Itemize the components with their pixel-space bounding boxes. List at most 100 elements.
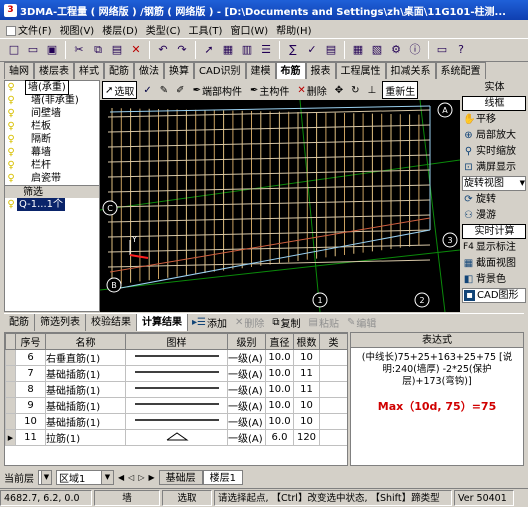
component-item[interactable]: ♀ 栏板 [5, 120, 99, 133]
solid-button[interactable]: 实体 [462, 80, 526, 95]
copy-button[interactable]: ⧉ 复制 [268, 315, 304, 330]
result-tab[interactable]: 计算结果 [137, 314, 188, 331]
delete-button[interactable]: ✕ 删除 [295, 81, 328, 99]
main-component-button[interactable]: ✒ 主构件 [248, 81, 291, 99]
column-header[interactable]: 级别 [227, 333, 266, 350]
local-zoom-button[interactable]: ⊕ 局部放大 [462, 128, 526, 143]
component-item[interactable]: ♀ 间壁墙 [5, 107, 99, 120]
table-row[interactable]: 9 基础插筋(1) 一级(A) 10.0 10 [5, 397, 347, 414]
new-file-icon[interactable]: □ [6, 42, 22, 58]
delete-icon[interactable]: ✕ [128, 42, 144, 58]
show-label-button[interactable]: F4 显示标注 [462, 240, 526, 255]
rotate-button[interactable]: ⟳ 旋转 [462, 192, 526, 207]
component-item[interactable]: ♀ 墙(非承重) [5, 94, 99, 107]
report-icon[interactable]: ▤ [323, 42, 339, 58]
help-icon[interactable]: ? [453, 42, 469, 58]
table-row[interactable]: 6 右垂直筋(1) 一级(A) 10.0 10 [5, 349, 347, 366]
layer-tab[interactable]: 基础层 [158, 469, 203, 485]
component-item[interactable]: ♀ 启瓷带 [5, 172, 99, 185]
component-item[interactable]: ♀ 幕墙 [5, 146, 99, 159]
copy-icon[interactable]: ⧉ [90, 42, 106, 58]
column-header[interactable]: 序号 [15, 333, 46, 350]
pointer-icon[interactable]: ➚ [201, 42, 217, 58]
draw-button[interactable]: ✎ [158, 81, 170, 99]
column-header[interactable]: 图样 [125, 333, 228, 350]
component-item[interactable]: ♀ 栏杆 [5, 159, 99, 172]
fit-screen-button[interactable]: ⊡ 满屏显示 [462, 160, 526, 175]
module-tab[interactable]: 系统配置 [435, 62, 486, 79]
realtime-calc-button[interactable]: 实时计算 [462, 224, 526, 239]
realtime-zoom-button[interactable]: ⚲ 实时缩放 [462, 144, 526, 159]
delete-row-button[interactable]: ✕ 删除 [231, 315, 268, 330]
cad-graphic-button[interactable]: ▪ CAD图形 [462, 288, 526, 303]
module-tab[interactable]: 报表 [305, 62, 336, 79]
menu-window[interactable]: 窗口(W) [230, 22, 268, 37]
calc-icon[interactable]: ∑ [285, 42, 301, 58]
menu-floor[interactable]: 楼层(D) [102, 22, 138, 37]
layer-select[interactable]: ▼ [38, 469, 52, 485]
redo-icon[interactable]: ↷ [174, 42, 190, 58]
menu-type[interactable]: 类型(C) [146, 22, 181, 37]
paste-icon[interactable]: ▤ [109, 42, 125, 58]
nav-first-icon[interactable]: ◀ [118, 473, 124, 482]
component-item[interactable]: ♀ 墙(承重) [5, 80, 99, 95]
layer-icon[interactable]: ▧ [369, 42, 385, 58]
menu-help[interactable]: 帮助(H) [276, 22, 311, 37]
pan-button[interactable]: ✋ 平移 [462, 112, 526, 127]
section-view-button[interactable]: ▦ 截面视图 [462, 256, 526, 271]
wireframe-button[interactable]: 线框 [462, 96, 526, 111]
move-button[interactable]: ✥ [333, 81, 345, 99]
info-icon[interactable]: ⓘ [407, 42, 423, 58]
confirm-button[interactable]: ✓ [141, 81, 153, 99]
background-color-button[interactable]: ◧ 背景色 [462, 272, 526, 287]
menu-tools[interactable]: 工具(T) [189, 22, 223, 37]
rotate-view-select[interactable]: 旋转视图 ▼ [462, 176, 526, 191]
result-tab[interactable]: 校验结果 [86, 314, 137, 331]
module-tab[interactable]: 工程属性 [335, 62, 386, 79]
regenerate-button[interactable]: 重新生 [382, 81, 419, 99]
edit-button[interactable]: ✎ 编辑 [343, 315, 380, 330]
paste-button[interactable]: ▤ 粘贴 [305, 315, 343, 330]
column-header[interactable]: 根数 [293, 333, 320, 350]
save-icon[interactable]: ▣ [44, 42, 60, 58]
layer-tab[interactable]: 楼层1 [202, 469, 243, 485]
column-header[interactable]: 类 [319, 333, 347, 350]
area-select[interactable]: 区域1 ▼ [56, 469, 114, 485]
column-header[interactable]: 直径 [265, 333, 294, 350]
menu-view[interactable]: 视图(V) [60, 22, 95, 37]
settings-icon[interactable]: ⚙ [388, 42, 404, 58]
list-icon[interactable]: ☰ [258, 42, 274, 58]
table-row[interactable]: 8 基础插筋(1) 一级(A) 10.0 11 [5, 381, 347, 398]
module-tab[interactable]: CAD识别 [194, 62, 246, 79]
result-tab[interactable]: 配筋 [4, 314, 35, 331]
roam-button[interactable]: ⚇ 漫游 [462, 208, 526, 223]
check-icon[interactable]: ✓ [304, 42, 320, 58]
module-tab[interactable]: 扣减关系 [385, 62, 436, 79]
table-row[interactable]: 7 基础插筋(1) 一级(A) 10.0 11 [5, 365, 347, 382]
table-icon[interactable]: ▥ [239, 42, 255, 58]
menu-file[interactable]: 文件(F) [6, 22, 52, 37]
undo-icon[interactable]: ↶ [155, 42, 171, 58]
add-button[interactable]: ▸☰ 添加 [188, 315, 231, 330]
snap-button[interactable]: ⊥ [366, 81, 379, 99]
filtered-item[interactable]: ♀ Q-1...1个 [5, 198, 99, 211]
module-tab[interactable]: 轴网 [4, 62, 34, 79]
module-tab[interactable]: 布筋 [275, 62, 306, 79]
module-tab[interactable]: 做法 [134, 62, 164, 79]
open-folder-icon[interactable]: ▭ [25, 42, 41, 58]
nav-next-icon[interactable]: ▷ [138, 473, 144, 482]
column-header[interactable]: 名称 [45, 333, 126, 350]
module-tab[interactable]: 样式 [74, 62, 104, 79]
brush-button[interactable]: ✐ [174, 81, 186, 99]
select-button[interactable]: ➚ 选取 [102, 81, 138, 99]
result-tab[interactable]: 筛选列表 [35, 314, 86, 331]
module-tab[interactable]: 楼层表 [34, 62, 74, 79]
module-tab[interactable]: 配筋 [104, 62, 134, 79]
window-icon[interactable]: ▭ [434, 42, 450, 58]
table-row[interactable]: ▶ 11 拉筋(1) 一级(A) 6.0 120 [5, 429, 347, 446]
model-view[interactable]: Y C B 1 2 3 A [100, 100, 460, 312]
table-row[interactable]: 10 基础插筋(1) 一级(A) 10.0 10 [5, 413, 347, 430]
grid-view-icon[interactable]: ▦ [220, 42, 236, 58]
nav-last-icon[interactable]: ▶ [148, 473, 154, 482]
cut-icon[interactable]: ✂ [71, 42, 87, 58]
